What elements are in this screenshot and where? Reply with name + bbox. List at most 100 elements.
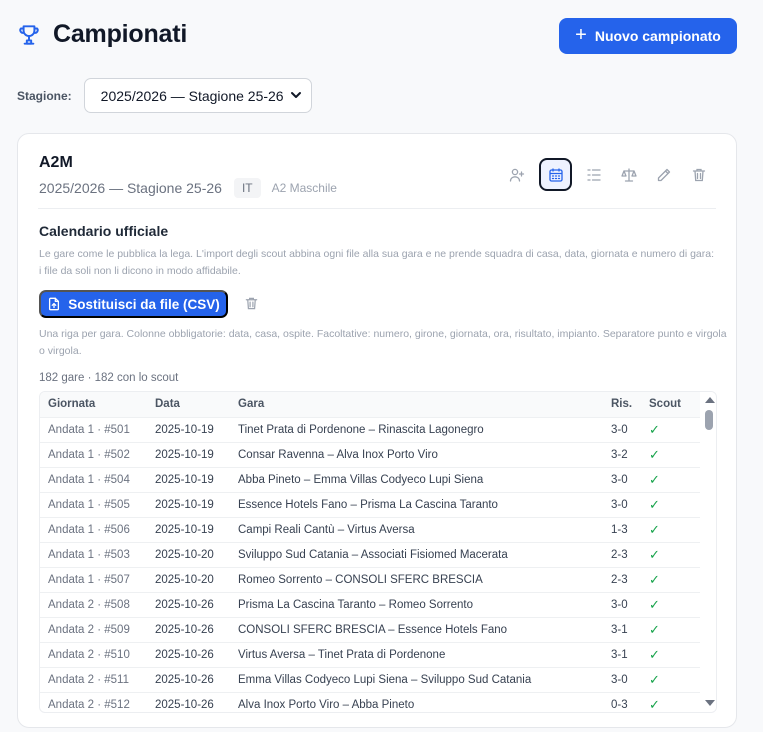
cell-ris: 2-3 [611, 566, 649, 592]
replace-from-file-button[interactable]: Sostituisci da file (CSV) [39, 290, 228, 318]
cell-giornata: Andata 2 · #509 [40, 616, 155, 642]
column-header-gara: Gara [238, 392, 611, 417]
season-label: Stagione: [17, 88, 72, 103]
cell-data: 2025-10-19 [155, 516, 238, 542]
championship-description: A2 Maschile [271, 181, 337, 195]
table-header-row: Giornata Data Gara Ris. Scout [40, 392, 700, 417]
cell-gara: Alva Inox Porto Viro – Abba Pineto [238, 691, 611, 712]
calendar-button[interactable] [539, 158, 572, 191]
cell-gara: Emma Villas Codyeco Lupi Siena – Svilupp… [238, 666, 611, 692]
cell-gara: Tinet Prata di Pordenone – Rinascita Lag… [238, 416, 611, 442]
scout-check-icon: ✓ [649, 591, 700, 617]
delete-button[interactable] [686, 162, 712, 188]
calendar-icon [548, 168, 563, 182]
csv-help-text: Una riga per gara. Colonne obbligatorie:… [39, 328, 727, 357]
scout-check-icon: ✓ [649, 666, 700, 692]
championship-card: A2M 2025/2026 — Stagione 25-26 IT A2 Mas… [17, 133, 737, 728]
scale-icon [621, 167, 637, 182]
cell-ris: 3-0 [611, 591, 649, 617]
season-select[interactable]: 2025/2026 — Stagione 25-26 [83, 78, 312, 113]
table-row[interactable]: Andata 1 · #503 2025-10-20 Sviluppo Sud Ca… [40, 541, 700, 567]
cell-gara: Prisma La Cascina Taranto – Romeo Sorren… [238, 591, 611, 617]
table-row[interactable]: Andata 1 · #505 2025-10-19 Essence Hotels … [40, 491, 700, 517]
column-header-ris: Ris. [611, 392, 649, 417]
championship-season: 2025/2026 — Stagione 25-26 [39, 180, 222, 196]
rules-button[interactable] [616, 162, 642, 188]
scout-check-icon: ✓ [649, 441, 700, 467]
scout-check-icon: ✓ [649, 491, 700, 517]
cell-giornata: Andata 2 · #511 [40, 666, 155, 692]
trash-icon [692, 168, 706, 181]
cell-gara: Consar Ravenna – Alva Inox Porto Viro [238, 441, 611, 467]
cell-ris: 0-3 [611, 691, 649, 712]
cell-ris: 2-3 [611, 541, 649, 567]
new-championship-label: Nuovo campionato [594, 28, 721, 44]
column-header-scout: Scout [649, 392, 700, 417]
file-upload-icon [49, 297, 60, 311]
cell-giornata: Andata 1 · #507 [40, 566, 155, 592]
table-row[interactable]: Andata 1 · #502 2025-10-19 Consar Ravenna … [40, 441, 700, 467]
scroll-up-arrow-icon[interactable] [705, 397, 715, 403]
chevron-down-icon [290, 92, 301, 98]
championship-meta: 2025/2026 — Stagione 25-26 IT A2 Maschil… [39, 178, 337, 198]
scrollbar-thumb[interactable] [705, 410, 713, 430]
cell-gara: Campi Reali Cantù – Virtus Aversa [238, 516, 611, 542]
cell-giornata: Andata 1 · #504 [40, 466, 155, 492]
cell-gara: Abba Pineto – Emma Villas Codyeco Lupi S… [238, 466, 611, 492]
trash-icon[interactable] [244, 296, 259, 311]
table-row[interactable]: Andata 2 · #510 2025-10-26 Virtus Aversa –… [40, 641, 700, 667]
edit-button[interactable] [651, 162, 677, 188]
table-row[interactable]: Andata 1 · #506 2025-10-19 Campi Reali Can… [40, 516, 700, 542]
table-row[interactable]: Andata 2 · #508 2025-10-26 Prisma La Casci… [40, 591, 700, 617]
table-row[interactable]: Andata 2 · #511 2025-10-26 Emma Villas Cod… [40, 666, 700, 692]
page-header: Campionati + Nuovo campionato [16, 18, 737, 54]
cell-giornata: Andata 2 · #510 [40, 641, 155, 667]
cell-ris: 3-0 [611, 416, 649, 442]
scroll-down-arrow-icon[interactable] [705, 700, 715, 706]
table-row[interactable]: Andata 2 · #512 2025-10-26 Alva Inox Porto… [40, 691, 700, 712]
divider [38, 208, 716, 209]
plus-icon: + [575, 24, 587, 46]
cell-ris: 3-0 [611, 466, 649, 492]
matches-count: 182 gare · 182 con lo scout [39, 372, 179, 384]
table-scrollbar[interactable] [702, 392, 716, 712]
table-row[interactable]: Andata 2 · #509 2025-10-26 CONSOLI SFERC B… [40, 616, 700, 642]
column-header-giornata: Giornata [40, 392, 155, 417]
cell-giornata: Andata 2 · #508 [40, 591, 155, 617]
cell-ris: 3-1 [611, 616, 649, 642]
cell-giornata: Andata 1 · #501 [40, 416, 155, 442]
cell-data: 2025-10-19 [155, 416, 238, 442]
scout-check-icon: ✓ [649, 541, 700, 567]
cell-ris: 3-2 [611, 441, 649, 467]
scout-check-icon: ✓ [649, 516, 700, 542]
scout-check-icon: ✓ [649, 416, 700, 442]
cell-giornata: Andata 1 · #502 [40, 441, 155, 467]
championship-name: A2M [39, 154, 73, 171]
cell-ris: 3-0 [611, 491, 649, 517]
season-filter: Stagione: 2025/2026 — Stagione 25-26 [17, 78, 312, 113]
cell-gara: CONSOLI SFERC BRESCIA – Essence Hotels F… [238, 616, 611, 642]
cell-ris: 3-0 [611, 666, 649, 692]
cell-data: 2025-10-20 [155, 541, 238, 567]
table-row[interactable]: Andata 1 · #501 2025-10-19 Tinet Prata di … [40, 416, 700, 442]
new-championship-button[interactable]: + Nuovo campionato [559, 18, 737, 54]
matches-table: Giornata Data Gara Ris. Scout Andata 1 ·… [39, 391, 717, 713]
cell-gara: Essence Hotels Fano – Prisma La Cascina … [238, 491, 611, 517]
scout-check-icon: ✓ [649, 466, 700, 492]
add-team-button[interactable] [504, 162, 530, 188]
standings-button[interactable] [581, 162, 607, 188]
table-row[interactable]: Andata 1 · #504 2025-10-19 Abba Pineto – E… [40, 466, 700, 492]
cell-data: 2025-10-19 [155, 441, 238, 467]
table-row[interactable]: Andata 1 · #507 2025-10-20 Romeo Sorrento … [40, 566, 700, 592]
calendar-title: Calendario ufficiale [39, 223, 169, 239]
list-icon [587, 168, 601, 181]
cell-data: 2025-10-26 [155, 691, 238, 712]
championship-actions [504, 158, 712, 191]
cell-giornata: Andata 1 · #505 [40, 491, 155, 517]
season-selected-value: 2025/2026 — Stagione 25-26 [100, 87, 284, 104]
cell-ris: 1-3 [611, 516, 649, 542]
replace-from-file-label: Sostituisci da file (CSV) [68, 296, 220, 312]
pencil-icon [657, 168, 671, 181]
cell-giornata: Andata 2 · #512 [40, 691, 155, 712]
title-wrap: Campionati [16, 20, 187, 49]
